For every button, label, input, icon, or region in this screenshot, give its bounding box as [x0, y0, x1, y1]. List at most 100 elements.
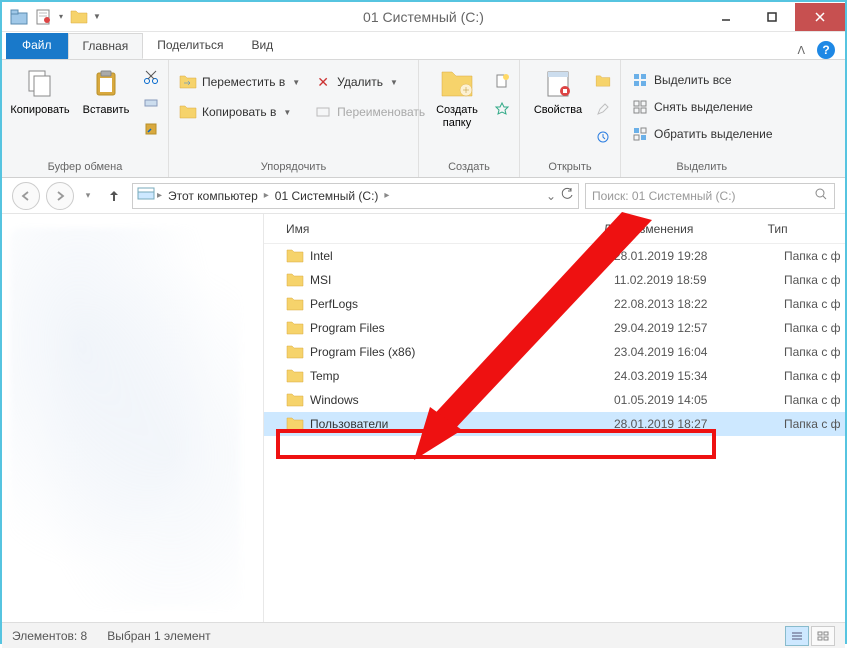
address-bar-row: ▾ ▸ Этот компьютер ▸ 01 Системный (C:) ▸…	[2, 178, 845, 214]
new-folder-qat-icon[interactable]	[68, 6, 90, 28]
file-row[interactable]: Windows01.05.2019 14:05Папка с ф	[264, 388, 845, 412]
column-date[interactable]: Дата изменения	[603, 222, 767, 236]
view-details-button[interactable]	[785, 626, 809, 646]
file-type: Папка с ф	[784, 345, 841, 359]
back-button[interactable]	[12, 182, 40, 210]
status-bar: Элементов: 8 Выбран 1 элемент	[2, 622, 845, 648]
file-date: 29.04.2019 12:57	[614, 321, 784, 335]
navigation-pane[interactable]	[2, 214, 264, 622]
search-placeholder: Поиск: 01 Системный (C:)	[592, 189, 736, 203]
group-label-clipboard: Буфер обмена	[8, 158, 162, 177]
refresh-icon[interactable]	[560, 187, 574, 204]
copy-button[interactable]: Копировать	[8, 64, 72, 119]
address-bar[interactable]: ▸ Этот компьютер ▸ 01 Системный (C:) ▸ ⌄	[132, 183, 579, 209]
file-type: Папка с ф	[784, 249, 841, 263]
recent-locations-icon[interactable]: ▾	[80, 187, 96, 205]
view-large-button[interactable]	[811, 626, 835, 646]
search-icon	[814, 187, 828, 204]
select-all-button[interactable]: Выделить все	[627, 70, 777, 90]
window-controls	[703, 3, 845, 31]
explorer-body: Имя Дата изменения Тип Intel 28.01.2019 1…	[2, 214, 845, 622]
tab-home[interactable]: Главная	[68, 33, 144, 59]
address-dropdown-icon[interactable]: ⌄	[546, 189, 556, 203]
column-name[interactable]: Имя	[286, 222, 603, 236]
ribbon-tab-strip: Файл Главная Поделиться Вид ᐱ ?	[2, 32, 845, 60]
copy-path-icon[interactable]	[140, 92, 162, 114]
properties-qat-icon[interactable]	[32, 6, 54, 28]
tab-view[interactable]: Вид	[237, 33, 287, 59]
chevron-right-icon[interactable]: ▸	[262, 190, 271, 201]
chevron-right-icon[interactable]: ▸	[155, 190, 164, 201]
status-selected: Выбран 1 элемент	[107, 629, 210, 643]
group-label-open: Открыть	[526, 158, 614, 177]
file-name: MSI	[310, 273, 331, 287]
rename-button: Переименовать	[310, 102, 429, 122]
file-date: 24.03.2019 15:34	[614, 369, 784, 383]
file-tab[interactable]: Файл	[6, 33, 68, 59]
breadcrumb-segment[interactable]: Этот компьютер	[164, 189, 262, 203]
breadcrumb-segment[interactable]: 01 Системный (C:)	[271, 189, 383, 203]
file-date: 28.01.2019 19:28	[614, 249, 784, 263]
forward-button[interactable]	[46, 182, 74, 210]
status-item-count: Элементов: 8	[12, 629, 87, 643]
file-type: Папка с ф	[784, 417, 841, 431]
close-button[interactable]	[795, 3, 845, 31]
properties-button[interactable]: Свойства	[526, 64, 590, 119]
edit-icon[interactable]	[592, 98, 614, 120]
tab-share[interactable]: Поделиться	[143, 33, 237, 59]
open-icon[interactable]	[592, 70, 614, 92]
new-folder-button[interactable]: Создать папку	[425, 64, 489, 132]
new-item-icon[interactable]	[491, 70, 513, 92]
move-to-button[interactable]: Переместить в▼	[175, 72, 304, 92]
file-name: Temp	[310, 369, 339, 383]
file-date: 11.02.2019 18:59	[614, 273, 784, 287]
explorer-app-icon[interactable]	[8, 6, 30, 28]
chevron-right-icon[interactable]: ▸	[382, 190, 391, 201]
easy-access-icon[interactable]	[491, 98, 513, 120]
up-button[interactable]	[102, 184, 126, 208]
minimize-button[interactable]	[703, 3, 749, 31]
invert-selection-button[interactable]: Обратить выделение	[627, 124, 777, 144]
group-label-create: Создать	[425, 158, 513, 177]
file-row[interactable]: Intel 28.01.2019 19:28Папка с ф	[264, 244, 845, 268]
column-type[interactable]: Тип	[768, 222, 845, 236]
content-pane: Имя Дата изменения Тип Intel 28.01.2019 1…	[264, 214, 845, 622]
file-name: Windows	[310, 393, 359, 407]
paste-shortcut-icon[interactable]	[140, 118, 162, 140]
delete-button[interactable]: ✕Удалить▼	[310, 72, 429, 92]
group-label-select: Выделить	[627, 158, 777, 177]
file-row[interactable]: Program Files (x86) 23.04.2019 16:04Папка…	[264, 340, 845, 364]
file-date: 23.04.2019 16:04	[614, 345, 784, 359]
file-name: Program Files (x86)	[310, 345, 415, 359]
cut-icon[interactable]	[140, 66, 162, 88]
file-type: Папка с ф	[784, 297, 841, 311]
file-name: Program Files	[310, 321, 385, 335]
paste-button[interactable]: Вставить	[74, 64, 138, 119]
navigation-tree-blurred	[10, 228, 240, 608]
file-name: Intel	[310, 249, 333, 263]
file-list[interactable]: Intel28.01.2019 19:28Папка с фMSI11.02.2…	[264, 244, 845, 622]
file-row[interactable]: Пользователи28.01.2019 18:27Папка с ф	[264, 412, 845, 436]
search-input[interactable]: Поиск: 01 Системный (C:)	[585, 183, 835, 209]
file-row[interactable]: MSI11.02.2019 18:59Папка с ф	[264, 268, 845, 292]
file-date: 28.01.2019 18:27	[614, 417, 784, 431]
qat-customize-icon[interactable]: ▼	[92, 7, 102, 27]
file-type: Папка с ф	[784, 369, 841, 383]
column-headers[interactable]: Имя Дата изменения Тип	[264, 214, 845, 244]
ribbon-collapse-icon[interactable]: ᐱ	[797, 44, 805, 57]
quick-access-toolbar: ▾ ▼	[2, 4, 108, 30]
history-icon[interactable]	[592, 126, 614, 148]
file-type: Папка с ф	[784, 393, 841, 407]
qat-dropdown-icon[interactable]: ▾	[56, 7, 66, 27]
group-label-organize: Упорядочить	[175, 158, 412, 177]
file-date: 22.08.2013 18:22	[614, 297, 784, 311]
file-row[interactable]: PerfLogs22.08.2013 18:22Папка с ф	[264, 292, 845, 316]
copy-to-button[interactable]: Копировать в▼	[175, 102, 304, 122]
select-none-button[interactable]: Снять выделение	[627, 97, 777, 117]
file-type: Папка с ф	[784, 321, 841, 335]
file-row[interactable]: Program Files 29.04.2019 12:57Папка с ф	[264, 316, 845, 340]
help-icon[interactable]: ?	[817, 41, 835, 59]
file-row[interactable]: Temp 24.03.2019 15:34Папка с ф	[264, 364, 845, 388]
maximize-button[interactable]	[749, 3, 795, 31]
ribbon: Копировать Вставить Буфер обмена Перемес…	[2, 60, 845, 178]
